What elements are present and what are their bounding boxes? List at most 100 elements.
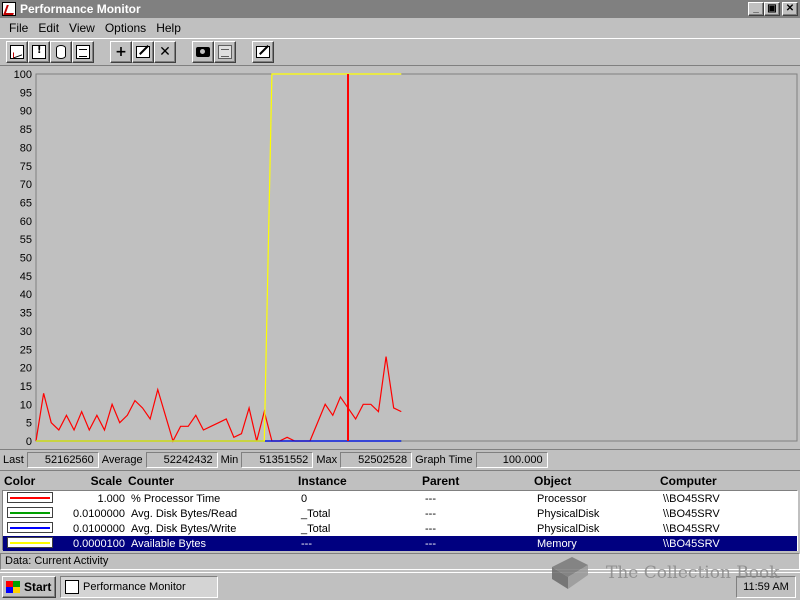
y-tick-label: 50 <box>20 253 32 265</box>
add-counter-icon: + <box>115 44 127 60</box>
average-label: Average <box>101 453 143 466</box>
legend-parent: --- <box>425 507 436 520</box>
y-tick-label: 55 <box>20 234 32 246</box>
add-counter-button[interactable]: + <box>110 41 132 63</box>
toolbar-group: + ✕ <box>110 41 176 63</box>
legend-scale: 0.0100000 <box>73 507 125 520</box>
plot-frame <box>35 73 798 442</box>
computer-column-header: Computer <box>660 473 717 488</box>
legend-row[interactable]: 0.0000100 Available Bytes --- --- Memory \\BO… <box>3 536 797 551</box>
graph-time-label: Graph Time <box>415 453 473 466</box>
menu-file[interactable]: File <box>4 21 33 35</box>
report-view-icon <box>76 45 90 59</box>
menu-options[interactable]: Options <box>100 21 151 35</box>
menu-bar: File Edit View Options Help <box>0 18 800 37</box>
legend-panel: Color Scale Counter Instance Parent Obje… <box>0 470 800 552</box>
start-label: Start <box>24 579 52 594</box>
legend-scale: 0.0100000 <box>73 522 125 535</box>
swatch-line <box>10 541 50 544</box>
alert-view-button[interactable] <box>28 41 50 63</box>
taskbar: Start Performance Monitor 11:59 AM <box>0 572 800 600</box>
legend-row[interactable]: 1.000 % Processor Time 0 --- Processor \\BO45… <box>3 491 797 506</box>
legend-object: PhysicalDisk <box>537 507 600 520</box>
color-swatch <box>7 506 53 518</box>
legend-counter: Avg. Disk Bytes/Write <box>131 522 237 535</box>
taskbar-button-performance-monitor[interactable]: Performance Monitor <box>60 575 218 598</box>
y-tick-label: 70 <box>20 179 32 191</box>
legend-counter: % Processor Time <box>131 492 221 505</box>
edit-counter-button[interactable] <box>132 41 154 63</box>
legend-computer: \\BO45SRV <box>663 492 720 505</box>
y-tick-label: 85 <box>20 124 32 136</box>
minimize-button[interactable]: _ <box>748 2 764 16</box>
toolbar-group <box>252 41 274 63</box>
legend-computer: \\BO45SRV <box>663 522 720 535</box>
y-tick-label: 90 <box>20 106 32 118</box>
swatch-line <box>10 496 50 499</box>
edit-counter-icon <box>136 46 150 58</box>
color-column-header: Color <box>4 473 36 488</box>
options-icon <box>256 46 270 58</box>
graph-time-value: 100.000 <box>475 451 548 468</box>
update-now-button[interactable] <box>192 41 214 63</box>
menu-help[interactable]: Help <box>151 21 186 35</box>
window-controls: _ ▣ ✕ <box>748 2 798 16</box>
y-tick-label: 30 <box>20 326 32 338</box>
log-view-button[interactable] <box>50 41 72 63</box>
y-tick-label: 15 <box>20 381 32 393</box>
legend-computer: \\BO45SRV <box>663 537 720 550</box>
color-swatch <box>7 491 53 503</box>
delete-counter-button[interactable]: ✕ <box>154 41 176 63</box>
instance-column-header: Instance <box>298 473 347 488</box>
bookmark-button[interactable] <box>214 41 236 63</box>
menu-edit[interactable]: Edit <box>33 21 64 35</box>
legend-instance: _Total <box>301 507 331 520</box>
legend-counter: Avg. Disk Bytes/Read <box>131 507 238 520</box>
y-tick-label: 20 <box>20 363 32 375</box>
legend-color-swatch <box>3 491 63 506</box>
log-view-icon <box>56 45 66 59</box>
chart-view-icon <box>10 45 24 59</box>
max-value: 52502528 <box>340 451 413 468</box>
window-title: Performance Monitor <box>20 2 141 16</box>
title-bar[interactable]: Performance Monitor _ ▣ ✕ <box>0 0 800 18</box>
options-button[interactable] <box>252 41 274 63</box>
y-tick-label: 60 <box>20 216 32 228</box>
alert-view-icon <box>32 45 46 59</box>
legend-instance: --- <box>301 537 312 550</box>
legend-scale: 0.0000100 <box>73 537 125 550</box>
legend-scale: 1.000 <box>97 492 125 505</box>
legend-row[interactable]: 0.0100000 Avg. Disk Bytes/Write _Total --- P… <box>3 521 797 536</box>
legend-color-swatch <box>3 521 63 536</box>
toolbar-group <box>6 41 94 63</box>
last-label: Last <box>3 453 24 466</box>
chart-view-button[interactable] <box>6 41 28 63</box>
y-tick-label: 10 <box>20 399 32 411</box>
start-button[interactable]: Start <box>2 575 56 598</box>
swatch-line <box>10 526 50 529</box>
status-text: Data: Current Activity <box>5 555 109 567</box>
status-bar: Data: Current Activity <box>0 553 800 570</box>
legend-computer: \\BO45SRV <box>663 507 720 520</box>
legend-row[interactable]: 0.0100000 Avg. Disk Bytes/Read _Total --- Ph… <box>3 506 797 521</box>
menu-view[interactable]: View <box>64 21 100 35</box>
close-button[interactable]: ✕ <box>782 2 798 16</box>
clock[interactable]: 11:59 AM <box>743 581 789 593</box>
average-value: 52242432 <box>145 451 218 468</box>
report-view-button[interactable] <box>72 41 94 63</box>
system-tray: 11:59 AM <box>736 576 796 598</box>
parent-column-header: Parent <box>422 473 460 488</box>
toolbar-group <box>192 41 236 63</box>
y-tick-label: 45 <box>20 271 32 283</box>
legend-object: Processor <box>537 492 587 505</box>
legend-counter: Available Bytes <box>131 537 207 550</box>
delete-counter-icon: ✕ <box>159 44 171 60</box>
legend-object: Memory <box>537 537 577 550</box>
update-now-icon <box>196 47 210 57</box>
legend-header: Color Scale Counter Instance Parent Obje… <box>0 471 800 490</box>
value-bar: Last 52162560 Average 52242432 Min 51351… <box>0 449 800 469</box>
legend-object: PhysicalDisk <box>537 522 600 535</box>
legend-parent: --- <box>425 537 436 550</box>
maximize-button[interactable]: ▣ <box>764 2 780 16</box>
perfmon-app-icon[interactable] <box>2 2 16 16</box>
